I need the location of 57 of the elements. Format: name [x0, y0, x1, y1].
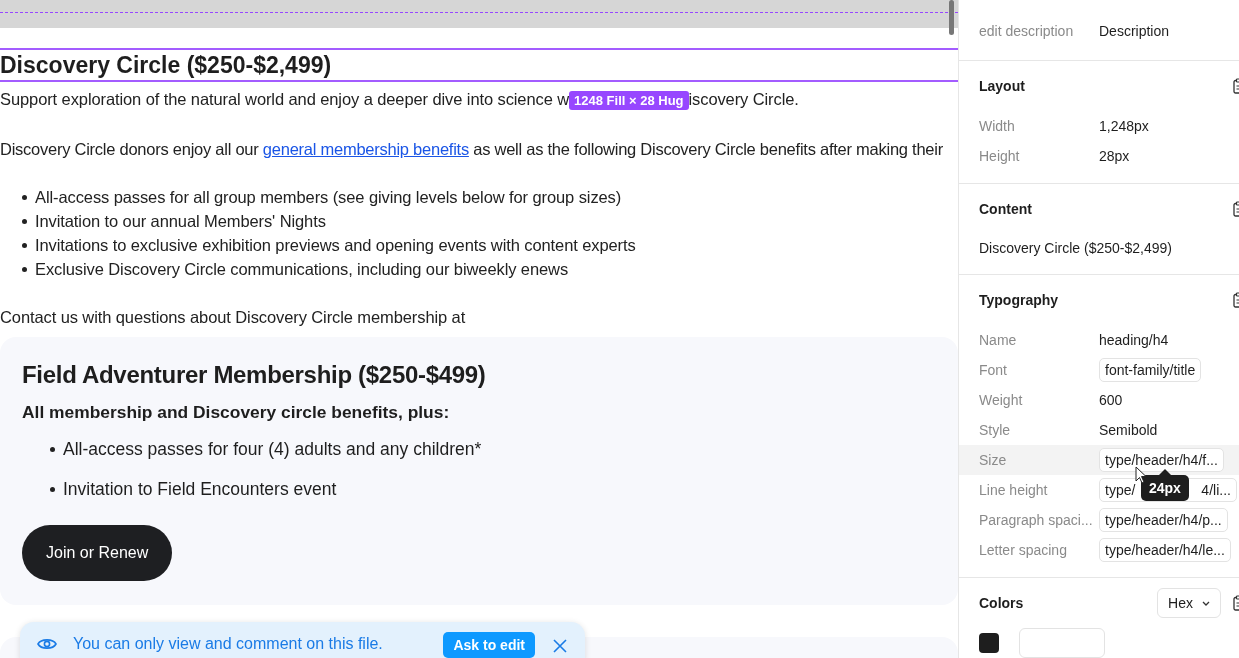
eye-icon [37, 637, 57, 651]
property-label: Paragraph spaci... [979, 512, 1094, 528]
intro-text: Support exploration of the natural world and enjoy a deeper dive into science w [0, 90, 570, 108]
list-item: Invitation to our annual Members' Nights [35, 211, 326, 232]
list-item: All-access passes for four (4) adults and any children* [63, 438, 482, 461]
list-item: Invitations to exclusive exhibition previews and opening events with content experts [35, 235, 636, 256]
bullet-icon [22, 218, 27, 224]
property-value: Semibold [1099, 422, 1158, 438]
section-heading: Discovery Circle ($250-$2,499) [0, 52, 333, 78]
list-item: All-access passes for all group members (see giving levels below for group sizes) [35, 187, 622, 208]
card-subtitle: All membership and Discovery circle benefits, plus: [22, 401, 451, 423]
property-label: Letter spacing [979, 542, 1068, 558]
token-chip[interactable]: type/header/h4/le... [1099, 538, 1231, 562]
token-chip[interactable]: type/header/h4/p... [1099, 508, 1228, 532]
scrollbar[interactable] [949, 0, 954, 35]
color-field[interactable] [1019, 628, 1105, 658]
bullet-icon [50, 486, 55, 492]
color-swatch [979, 633, 999, 653]
token-chip[interactable]: font-family/title [1099, 358, 1202, 382]
token-chip[interactable]: type/header/h4/f... [1099, 448, 1224, 472]
bullet-icon [50, 446, 55, 452]
join-button[interactable]: Join or Renew [22, 525, 173, 581]
bullet-icon [22, 194, 27, 200]
body-text: Contact us with questions about Discovery Circle membership at [0, 307, 467, 328]
size-badge: 1248 Fill × 28 Hug [569, 91, 689, 110]
intro-text: iscovery Circle. [688, 90, 799, 108]
caret-icon [1202, 600, 1210, 606]
list-item: Invitation to Field Encounters event [63, 478, 337, 501]
close-icon[interactable] [553, 639, 567, 653]
property-label: Line height [979, 482, 1049, 498]
bullet-icon [22, 266, 27, 272]
property-value: heading/h4 [1099, 332, 1169, 348]
property-label: Name [979, 332, 1018, 348]
section-title: Layout [979, 78, 1025, 94]
format-dropdown[interactable]: Hex [1157, 588, 1221, 618]
section-title: Typography [979, 292, 1059, 308]
list-item: Exclusive Discovery Circle communications, including our biweekly enews [35, 259, 569, 280]
bullet-icon [22, 242, 27, 248]
body-text: Discovery Circle donors enjoy all our general membership benefits as well as the following Discovery Circle benefits after making their [0, 139, 944, 160]
section-title: Content [979, 201, 1032, 217]
card-title: Field Adventurer Membership ($250-$499) [22, 360, 487, 390]
property-label: Size [979, 452, 1008, 468]
property-label: Height [979, 148, 1021, 164]
property-label: edit description [979, 23, 1075, 39]
property-value: 1,248px [1099, 118, 1149, 134]
property-value: 28px [1099, 148, 1130, 164]
property-value: 600 [1099, 392, 1123, 408]
property-value: Description [1099, 23, 1170, 39]
section-title: Colors [979, 595, 1024, 611]
link[interactable]: general membership benefits [262, 140, 469, 158]
property-label: Weight [979, 392, 1024, 408]
notification-text: You can only view and comment on this file. [73, 635, 383, 653]
tooltip: 24px [1141, 469, 1189, 501]
property-label: Width [979, 118, 1016, 134]
content-text: Discovery Circle ($250-$2,499) [979, 239, 1173, 258]
property-label: Font [979, 362, 1008, 378]
property-label: Style [979, 422, 1012, 438]
